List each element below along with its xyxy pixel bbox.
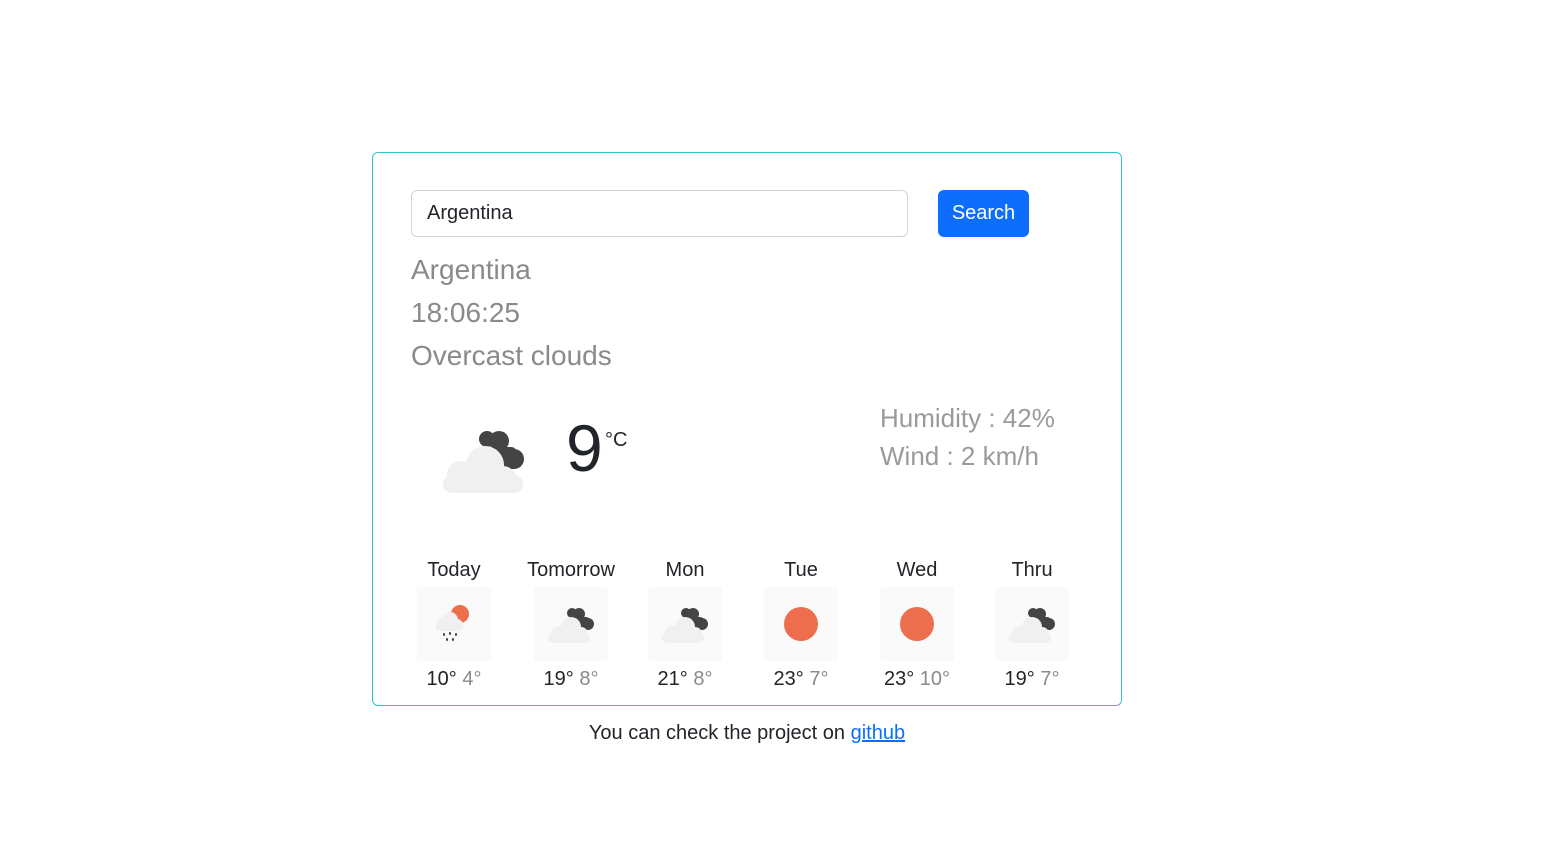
- weather-card: Search Argentina 18:06:25 Overcast cloud…: [372, 152, 1122, 706]
- forecast-max-temp: 21°: [657, 668, 688, 690]
- sun-icon: [764, 587, 838, 661]
- forecast-day-label: Wed: [896, 559, 938, 581]
- location-name: Argentina: [411, 254, 531, 285]
- temperature-unit: °C: [605, 429, 628, 451]
- footer-text: You can check the project on: [588, 722, 846, 744]
- forecast-day-3: Mon 21° 8°: [627, 555, 743, 693]
- weather-description: Overcast clouds: [411, 340, 612, 371]
- forecast-day-1: Today 10° 4°: [396, 555, 512, 693]
- forecast-day-label: Tomorrow: [527, 559, 615, 581]
- forecast-min-temp: 4°: [462, 668, 482, 690]
- overcast-clouds-icon: [435, 425, 535, 497]
- rain-sun-icon: [417, 587, 491, 661]
- overcast-clouds-icon: [534, 587, 608, 661]
- forecast-max-temp: 19°: [543, 668, 574, 690]
- current-temperature: 9: [566, 411, 603, 485]
- footer: You can check the project on github: [0, 722, 1494, 745]
- forecast-day-2: Tomorrow 19° 8°: [513, 555, 629, 693]
- forecast-day-4: Tue 23° 7°: [743, 555, 859, 693]
- forecast-day-label: Mon: [665, 559, 705, 581]
- forecast-day-6: Thru 19° 7°: [974, 555, 1090, 693]
- forecast-day-label: Today: [427, 559, 481, 581]
- humidity-value: Humidity : 42%: [880, 403, 1055, 433]
- forecast-day-label: Tue: [784, 559, 818, 581]
- forecast-day-5: Wed 23° 10°: [859, 555, 975, 693]
- github-link[interactable]: github: [851, 722, 906, 744]
- overcast-clouds-icon: [995, 587, 1069, 661]
- forecast-max-temp: 10°: [426, 668, 457, 690]
- forecast-max-temp: 19°: [1004, 668, 1035, 690]
- forecast-min-temp: 8°: [579, 668, 599, 690]
- forecast-min-temp: 8°: [693, 668, 713, 690]
- forecast-min-temp: 7°: [809, 668, 829, 690]
- sun-icon: [880, 587, 954, 661]
- forecast-day-label: Thru: [1011, 559, 1053, 581]
- forecast-min-temp: 10°: [919, 668, 951, 690]
- forecast-max-temp: 23°: [883, 668, 915, 690]
- forecast-min-temp: 7°: [1040, 668, 1060, 690]
- search-button[interactable]: Search: [938, 190, 1029, 237]
- forecast-max-temp: 23°: [773, 668, 804, 690]
- local-time: 18:06:25: [411, 297, 520, 328]
- wind-value: Wind : 2 km/h: [880, 441, 1039, 471]
- search-input[interactable]: [411, 190, 908, 237]
- overcast-clouds-icon: [648, 587, 722, 661]
